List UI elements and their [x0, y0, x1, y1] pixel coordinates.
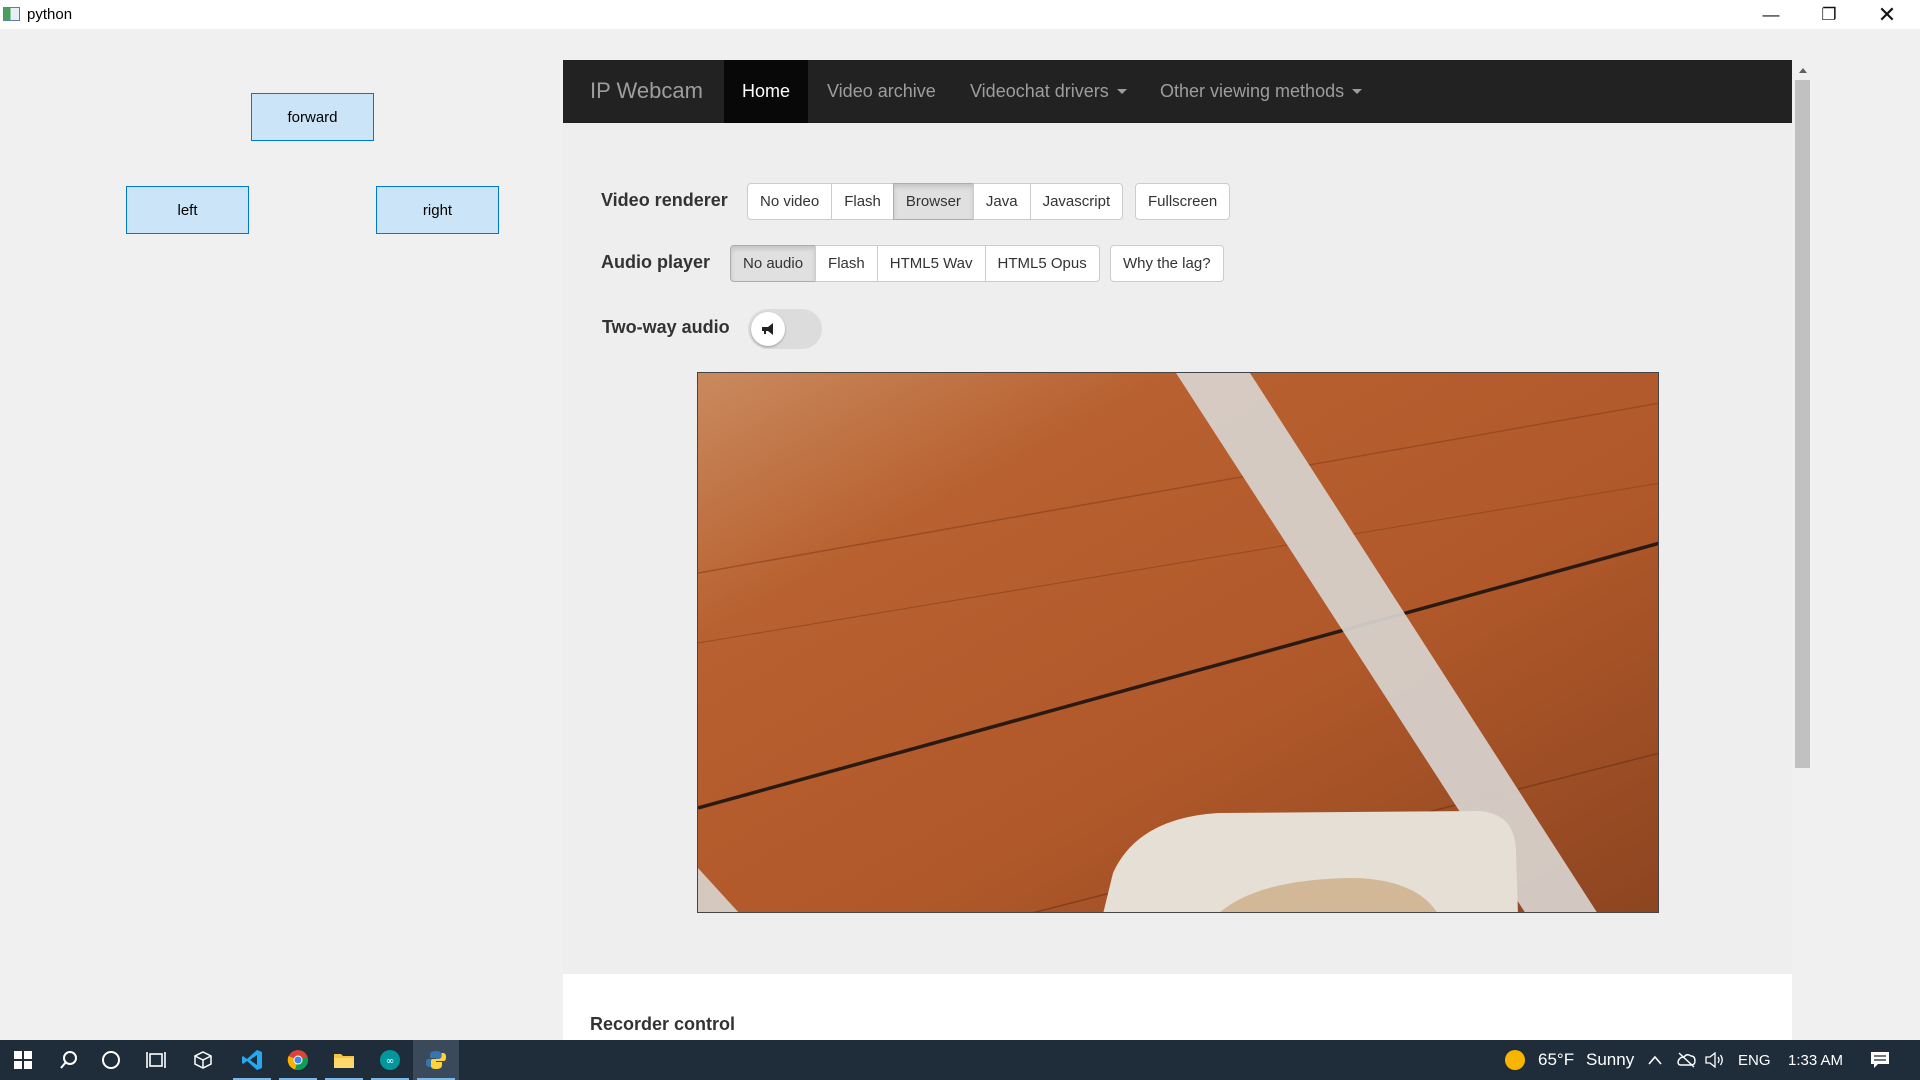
python-app-icon — [3, 7, 20, 21]
windows-taskbar: ∞ 65°F Sunny ENG 1:33 AM — [0, 1040, 1920, 1080]
recorder-panel: Recorder control — [563, 974, 1792, 1040]
nav-other-viewing-methods[interactable]: Other viewing methods — [1160, 60, 1363, 123]
close-button[interactable]: ✕ — [1858, 0, 1916, 29]
renderer-java[interactable]: Java — [972, 183, 1031, 220]
renderer-flash[interactable]: Flash — [831, 183, 894, 220]
scroll-up-arrow-icon[interactable] — [1799, 68, 1807, 73]
start-windows-icon[interactable] — [0, 1040, 46, 1080]
recorder-control-title: Recorder control — [590, 1014, 736, 1034]
nav-video-archive[interactable]: Video archive — [827, 60, 936, 123]
chrome-icon[interactable] — [275, 1040, 321, 1080]
network-offline-icon[interactable] — [1672, 1040, 1700, 1080]
live-video-stream — [697, 372, 1659, 913]
audio-no-audio[interactable]: No audio — [730, 245, 817, 282]
scrollbar-thumb[interactable] — [1795, 80, 1810, 768]
caret-down-icon — [1116, 89, 1127, 94]
audio-player-group: No audio Flash HTML5 Wav HTML5 Opus — [730, 245, 1100, 282]
video-renderer-group: No video Flash Browser Java Javascript — [747, 183, 1124, 220]
show-hidden-icons-chevron-up-icon[interactable] — [1643, 1040, 1667, 1080]
audio-html5-opus[interactable]: HTML5 Opus — [984, 245, 1100, 282]
two-way-audio-toggle[interactable] — [748, 309, 822, 349]
input-language[interactable]: ENG — [1738, 1040, 1771, 1080]
python-taskbar-icon[interactable] — [413, 1040, 459, 1080]
nav-videochat-drivers[interactable]: Videochat drivers — [970, 60, 1127, 123]
nav-home[interactable]: Home — [724, 60, 808, 123]
top-navbar: IP Webcam Home Video archive Videochat d… — [563, 60, 1792, 123]
camera-feed-image — [698, 373, 1658, 912]
left-button[interactable]: left — [126, 186, 249, 234]
vscode-icon[interactable] — [229, 1040, 275, 1080]
renderer-javascript[interactable]: Javascript — [1029, 183, 1124, 220]
weather-description[interactable]: Sunny — [1586, 1040, 1634, 1080]
toggle-knob — [751, 312, 785, 346]
audio-player-label: Audio player — [601, 252, 711, 272]
webcam-web-view: IP Webcam Home Video archive Videochat d… — [563, 60, 1792, 1040]
clock-time[interactable]: 1:33 AM — [1788, 1040, 1843, 1080]
3d-viewer-icon[interactable] — [180, 1040, 226, 1080]
file-explorer-icon[interactable] — [321, 1040, 367, 1080]
caret-down-icon — [1352, 89, 1363, 94]
task-view-icon[interactable] — [133, 1040, 179, 1080]
lag-help-group: Why the lag? — [1110, 245, 1224, 282]
why-the-lag-button[interactable]: Why the lag? — [1110, 245, 1224, 282]
renderer-browser[interactable]: Browser — [892, 183, 974, 220]
brand-link[interactable]: IP Webcam — [590, 78, 703, 104]
right-button[interactable]: right — [376, 186, 499, 234]
window-title-bar: python — ❐ ✕ — [0, 0, 1920, 29]
forward-button[interactable]: forward — [251, 93, 374, 141]
fullscreen-button[interactable]: Fullscreen — [1135, 183, 1231, 220]
weather-temperature[interactable]: 65°F — [1538, 1040, 1574, 1080]
weather-sun-icon[interactable] — [1492, 1040, 1538, 1080]
nav-videochat-drivers-label: Videochat drivers — [970, 81, 1109, 101]
svg-text:∞: ∞ — [386, 1056, 394, 1067]
audio-flash[interactable]: Flash — [815, 245, 878, 282]
window-title: python — [27, 6, 73, 23]
volume-speaker-icon[interactable] — [1701, 1040, 1729, 1080]
renderer-no-video[interactable]: No video — [747, 183, 833, 220]
maximize-button[interactable]: ❐ — [1800, 0, 1858, 29]
nav-other-viewing-methods-label: Other viewing methods — [1160, 81, 1345, 101]
audio-html5-wav[interactable]: HTML5 Wav — [876, 245, 986, 282]
two-way-audio-label: Two-way audio — [602, 317, 730, 337]
arduino-icon[interactable]: ∞ — [367, 1040, 413, 1080]
megaphone-icon — [762, 323, 773, 335]
video-renderer-label: Video renderer — [601, 190, 728, 210]
fullscreen-group: Fullscreen — [1135, 183, 1231, 220]
search-icon[interactable] — [46, 1040, 92, 1080]
minimize-button[interactable]: — — [1742, 0, 1800, 29]
notifications-icon[interactable] — [1856, 1040, 1904, 1080]
cortana-icon[interactable] — [88, 1040, 134, 1080]
